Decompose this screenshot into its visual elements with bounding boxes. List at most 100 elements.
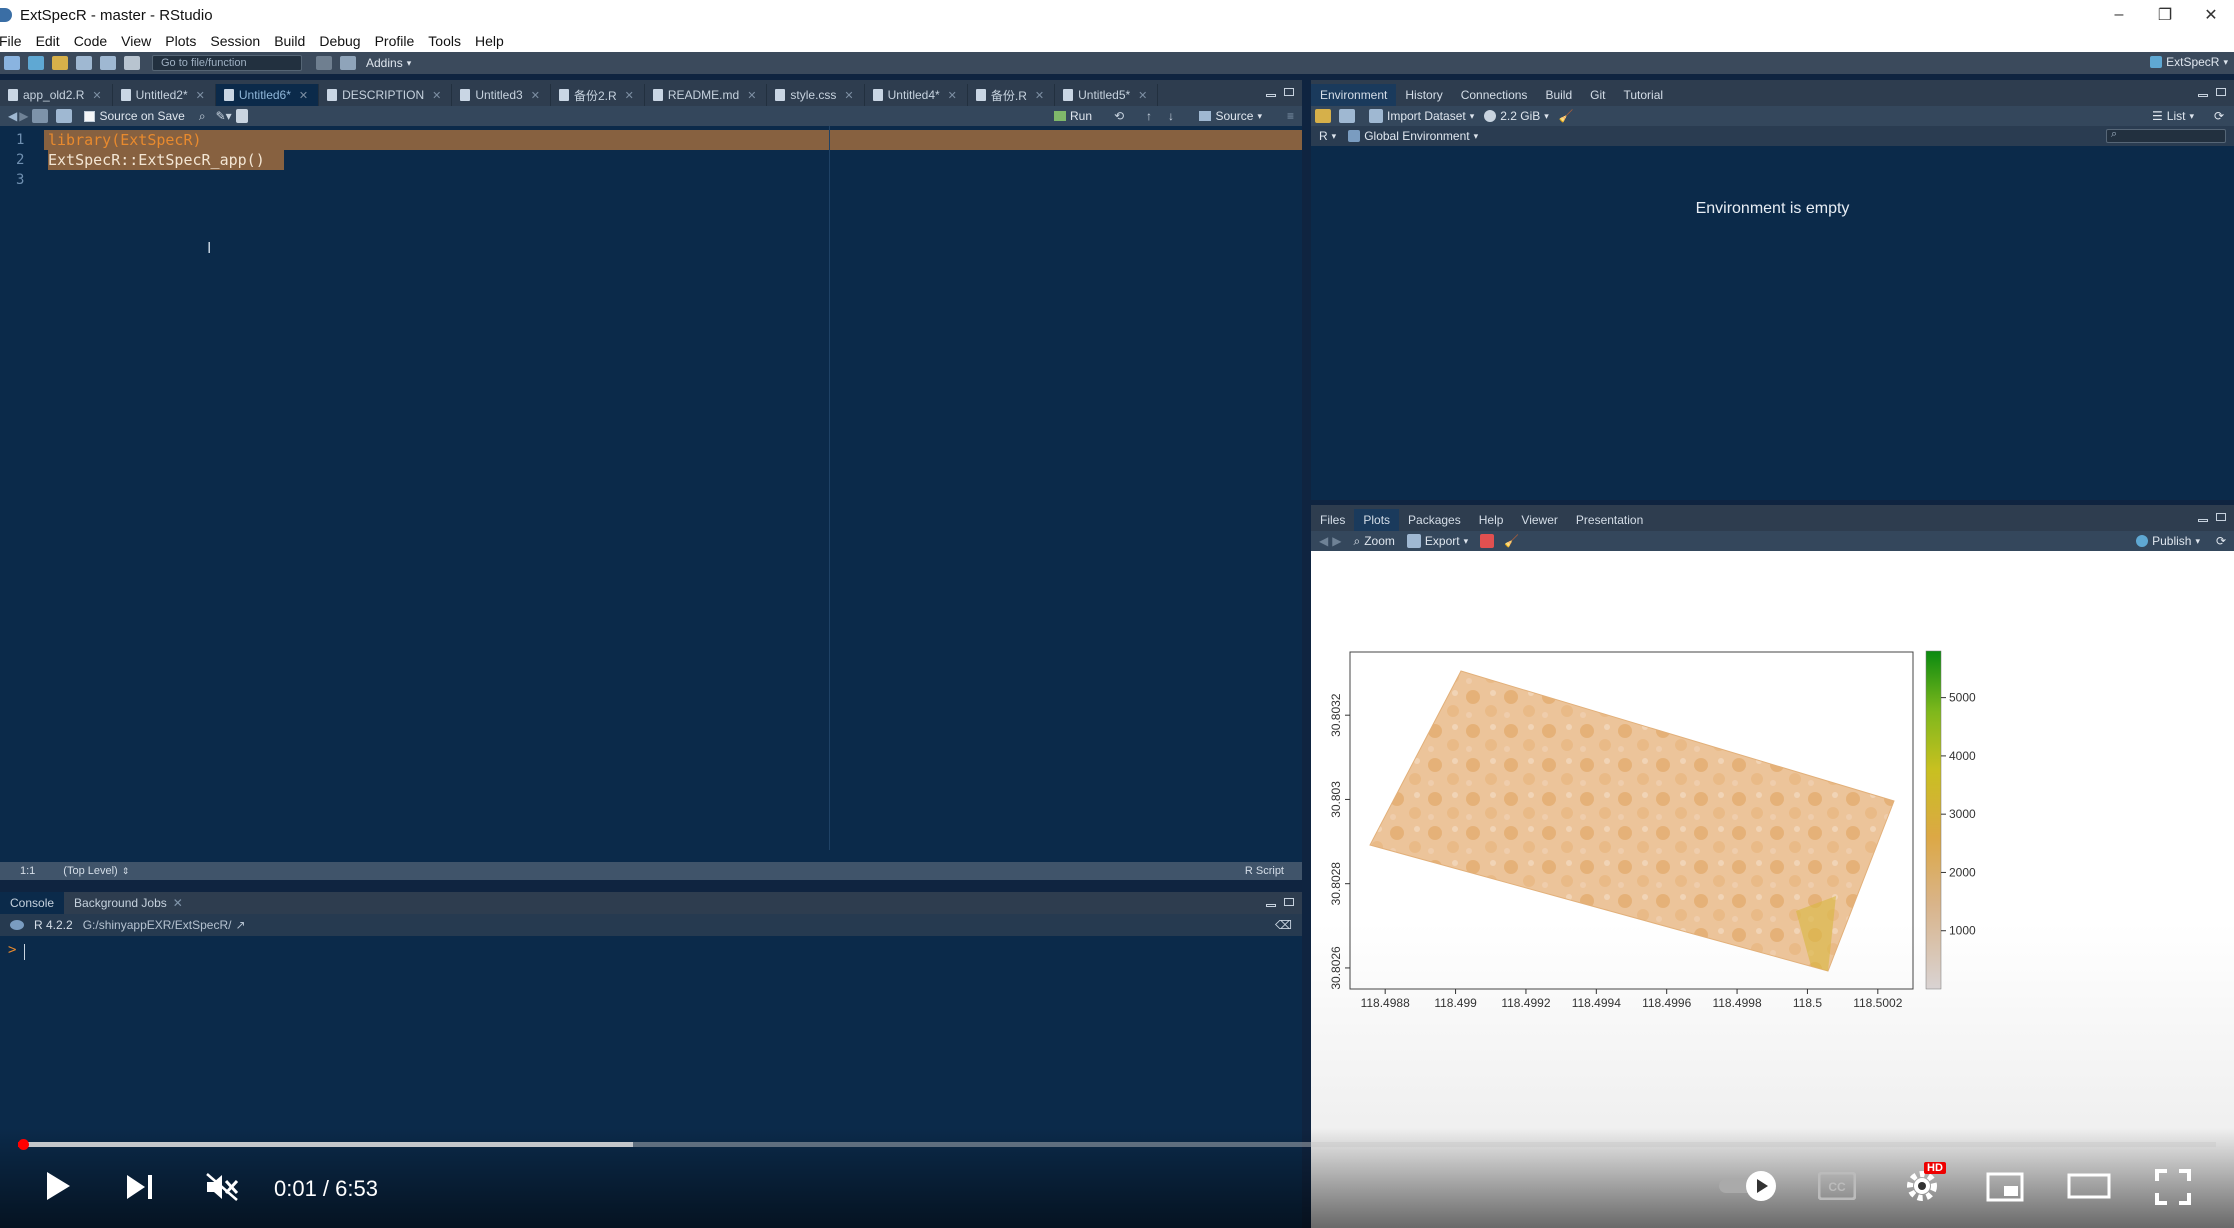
menu-view[interactable]: View: [121, 33, 151, 49]
save-workspace-icon[interactable]: [1339, 109, 1355, 123]
menu-tools[interactable]: Tools: [428, 33, 461, 49]
tab-build[interactable]: Build: [1536, 84, 1581, 106]
console-prompt[interactable]: >: [8, 942, 16, 958]
compile-report-icon[interactable]: [235, 109, 248, 123]
tab-git[interactable]: Git: [1581, 84, 1614, 106]
close-tab-icon[interactable]: ✕: [92, 89, 101, 102]
scope-indicator[interactable]: (Top Level): [63, 865, 117, 877]
code-line-2[interactable]: ExtSpecR::ExtSpecR_app(): [48, 151, 265, 169]
export-button[interactable]: Export ▾: [1406, 534, 1468, 548]
close-tab-icon[interactable]: ✕: [299, 89, 308, 102]
open-file-icon[interactable]: [52, 56, 68, 70]
project-menu[interactable]: ExtSpecR ▾: [2150, 55, 2228, 69]
tab-history[interactable]: History: [1396, 84, 1451, 106]
close-tab-icon[interactable]: ✕: [1138, 89, 1147, 102]
tab-environment[interactable]: Environment: [1311, 84, 1397, 106]
miniplayer-button[interactable]: [1985, 1170, 2025, 1204]
close-tab-icon[interactable]: ✕: [747, 89, 756, 102]
restore-button[interactable]: ❐: [2142, 0, 2188, 30]
tab-background-jobs[interactable]: Background Jobs ✕: [64, 892, 193, 914]
menu-plots[interactable]: Plots: [165, 33, 196, 49]
pane-layout-icon[interactable]: [340, 56, 356, 70]
next-video-button[interactable]: [122, 1170, 158, 1204]
goto-directory-icon[interactable]: ↗: [235, 918, 245, 932]
video-scrubber-handle[interactable]: [18, 1139, 30, 1150]
scope-selector[interactable]: Global Environment: [1364, 129, 1469, 143]
fullscreen-button[interactable]: [2153, 1168, 2193, 1206]
editor-tab[interactable]: 备份2.R ✕: [551, 84, 645, 106]
close-tab-icon[interactable]: ✕: [432, 89, 441, 102]
editor-tab[interactable]: Untitled3 ✕: [452, 84, 551, 106]
list-view-button[interactable]: ☰ List ▾: [2152, 109, 2194, 123]
next-plot-icon[interactable]: ▶: [1332, 534, 1341, 548]
close-tab-icon[interactable]: ✕: [531, 89, 540, 102]
minimize-pane-icon[interactable]: [2198, 94, 2208, 97]
previous-plot-icon[interactable]: ◀: [1319, 534, 1328, 548]
editor-tab[interactable]: Untitled4* ✕: [865, 84, 968, 106]
tab-help[interactable]: Help: [1470, 509, 1513, 531]
new-file-icon[interactable]: [4, 56, 20, 70]
load-workspace-icon[interactable]: [1315, 109, 1331, 123]
environment-search-input[interactable]: ⌕: [2106, 128, 2226, 143]
tab-plots[interactable]: Plots: [1354, 509, 1400, 531]
menu-profile[interactable]: Profile: [375, 33, 415, 49]
back-icon[interactable]: ◀: [8, 109, 17, 123]
maximize-pane-icon[interactable]: [2216, 513, 2226, 521]
clear-workspace-icon[interactable]: 🧹: [1559, 109, 1574, 123]
maximize-pane-icon[interactable]: [1284, 88, 1294, 96]
show-in-window-icon[interactable]: [32, 109, 49, 123]
settings-button[interactable]: HD: [1900, 1162, 1946, 1206]
file-type-indicator[interactable]: R Script: [1245, 865, 1284, 877]
forward-icon[interactable]: ▶: [19, 109, 28, 123]
menu-help[interactable]: Help: [475, 33, 504, 49]
tab-presentation[interactable]: Presentation: [1567, 509, 1652, 531]
tab-files[interactable]: Files: [1311, 509, 1354, 531]
minimize-pane-icon[interactable]: [1266, 94, 1276, 97]
editor-tab[interactable]: README.md ✕: [645, 84, 768, 106]
editor-tab[interactable]: Untitled2* ✕: [113, 84, 216, 106]
menu-session[interactable]: Session: [210, 33, 260, 49]
find-replace-icon[interactable]: ⌕: [199, 109, 206, 124]
go-up-icon[interactable]: ↑: [1146, 109, 1152, 123]
close-tab-icon[interactable]: ✕: [625, 89, 634, 102]
minimize-button[interactable]: –: [2096, 0, 2142, 30]
menu-edit[interactable]: Edit: [36, 33, 60, 49]
close-tab-icon[interactable]: ✕: [1035, 89, 1044, 102]
addins-menu[interactable]: Addins: [366, 56, 403, 70]
source-on-save-checkbox[interactable]: [84, 110, 96, 122]
play-button[interactable]: [40, 1168, 76, 1204]
save-icon[interactable]: [76, 56, 92, 70]
refresh-plot-icon[interactable]: ⟳: [2216, 534, 2226, 548]
save-all-icon[interactable]: [100, 56, 116, 70]
autoplay-toggle[interactable]: [1717, 1168, 1779, 1204]
menu-build[interactable]: Build: [274, 33, 305, 49]
minimize-pane-icon[interactable]: [2198, 519, 2208, 522]
menu-file[interactable]: File: [0, 33, 22, 49]
editor-tab[interactable]: style.css ✕: [767, 84, 865, 106]
clear-plots-icon[interactable]: 🧹: [1504, 534, 1519, 548]
import-dataset-button[interactable]: Import Dataset ▾: [1365, 109, 1474, 123]
close-tab-icon[interactable]: ✕: [844, 89, 853, 102]
zoom-button[interactable]: ⌕ Zoom: [1353, 534, 1394, 549]
editor-tab[interactable]: Untitled5* ✕: [1055, 84, 1159, 106]
menu-debug[interactable]: Debug: [319, 33, 360, 49]
code-line-1[interactable]: library(ExtSpecR): [48, 131, 202, 149]
print-icon[interactable]: [124, 56, 140, 70]
remove-plot-icon[interactable]: [1480, 534, 1495, 548]
tab-packages[interactable]: Packages: [1399, 509, 1470, 531]
source-button[interactable]: Source ▾: [1199, 109, 1262, 123]
run-button[interactable]: Run: [1053, 109, 1092, 123]
maximize-pane-icon[interactable]: [2216, 88, 2226, 96]
editor-save-icon[interactable]: [56, 109, 73, 123]
maximize-pane-icon[interactable]: [1284, 898, 1294, 906]
refresh-icon[interactable]: ⟳: [2214, 109, 2224, 123]
clear-console-icon[interactable]: ⌫: [1275, 918, 1292, 932]
go-down-icon[interactable]: ↓: [1168, 109, 1174, 123]
tab-viewer[interactable]: Viewer: [1512, 509, 1566, 531]
mute-button[interactable]: [204, 1170, 240, 1204]
language-selector[interactable]: R: [1319, 129, 1328, 143]
version-control-icon[interactable]: [316, 56, 332, 70]
captions-button[interactable]: CC: [1817, 1168, 1857, 1204]
code-tools-icon[interactable]: ✎▾: [216, 109, 232, 123]
editor-tab[interactable]: DESCRIPTION ✕: [319, 84, 453, 106]
